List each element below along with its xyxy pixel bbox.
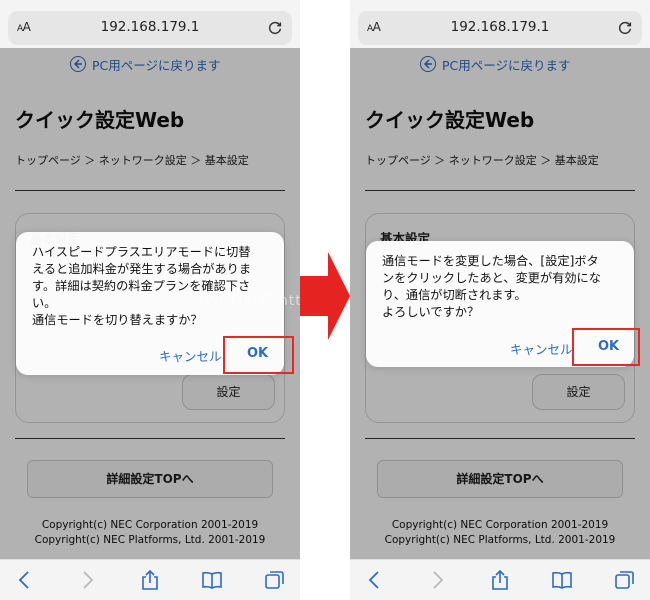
dialog-line: り、通信が切断されます。 (382, 288, 527, 302)
cancel-button[interactable]: キャンセル (510, 339, 573, 358)
phone-screen-left: AA 192.168.179.1 PC用ページに戻ります クイック設定Web ト… (0, 0, 300, 600)
dialog-message: 通信モードを変更した場合、[設定]ボタ ンをクリックしたあと、変更が有効にな り… (382, 253, 632, 321)
tabs-icon[interactable] (614, 569, 636, 591)
dialog-line: ハイスピードプラスエリアモードに切替 (32, 245, 251, 259)
browser-toolbar (350, 559, 650, 600)
ok-highlight-box (572, 328, 640, 366)
forward-icon[interactable] (426, 569, 448, 591)
share-icon[interactable] (489, 569, 511, 591)
browser-toolbar (0, 559, 300, 600)
dialog-line: えると追加料金が発生する場合がありま (32, 262, 252, 276)
cancel-button[interactable]: キャンセル (159, 346, 222, 365)
url-bar[interactable]: AA 192.168.179.1 (8, 11, 292, 45)
bookmarks-icon[interactable] (551, 569, 573, 591)
back-icon[interactable] (14, 569, 36, 591)
phone-screen-right: AA 192.168.179.1 PC用ページに戻ります クイック設定Web ト… (350, 0, 650, 600)
bookmarks-icon[interactable] (201, 569, 223, 591)
url-bar[interactable]: AA 192.168.179.1 (358, 11, 642, 45)
dialog-message: ハイスピードプラスエリアモードに切替 えると追加料金が発生する場合がありま す。… (32, 244, 282, 329)
reload-icon[interactable] (616, 18, 634, 36)
watermark: ©Wi-Fiの森 https://wifinomori (190, 293, 300, 309)
url-text: 192.168.179.1 (100, 19, 200, 35)
tabs-icon[interactable] (264, 569, 286, 591)
dialog-line: 通信モードを切り替えますか？ (32, 313, 203, 327)
dialog-line: 通信モードを変更した場合、[設定]ボタ (382, 254, 599, 268)
reload-icon[interactable] (266, 18, 284, 36)
dialog-line: ンをクリックしたあと、変更が有効にな (382, 271, 601, 285)
share-icon[interactable] (139, 569, 161, 591)
browser-url-bar-area: AA 192.168.179.1 (0, 0, 300, 48)
back-icon[interactable] (364, 569, 386, 591)
ok-highlight-box (223, 336, 294, 374)
dialog-line: よろしいですか？ (382, 305, 480, 319)
url-text: 192.168.179.1 (450, 19, 550, 35)
forward-icon[interactable] (76, 569, 98, 591)
browser-url-bar-area: AA 192.168.179.1 (350, 0, 650, 48)
transition-arrow-icon (300, 252, 350, 340)
